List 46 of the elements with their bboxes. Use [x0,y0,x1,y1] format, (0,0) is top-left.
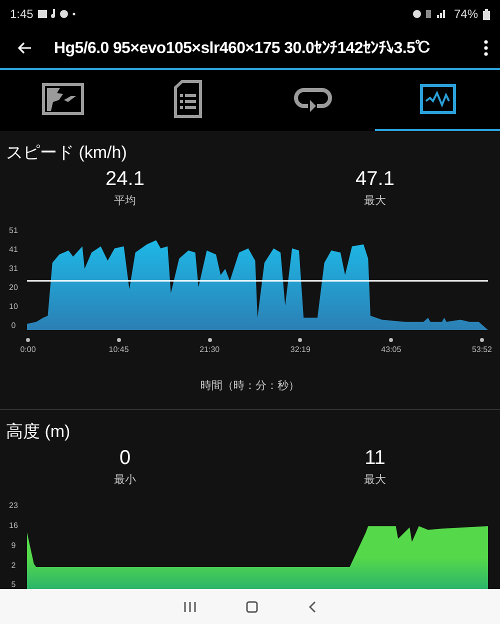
axis-label: 23 [9,501,18,510]
axis-label: 21:30 [200,345,220,354]
tick-dot [298,338,302,342]
axis-title: 時間（時：分：秒） [200,379,300,394]
axis-label: 0 [11,321,16,330]
status-time: 1:45 [10,7,34,22]
stat-value: 11 [364,447,386,470]
axis-label: 53:52 [472,345,492,354]
stat-value: 47.1 [356,168,394,192]
activity-title: Hg5/6.0 95×evo105×slr460×175 30.0ｾﾝﾁ142ｾﾝﾁ↘3.5℃ [54,38,432,58]
back-icon[interactable] [308,600,316,613]
map-icon [42,83,84,116]
battery-icon [483,8,490,20]
more-menu-icon[interactable] [484,40,488,56]
stat-value: 24.1 [106,168,144,192]
tick-dot [116,338,121,342]
axis-label: 43:05 [381,345,402,354]
tick-dot [389,338,394,342]
axis-label: 0:00 [20,345,36,354]
tick-dot [480,338,484,342]
axis-label: 41 [9,245,18,254]
axis-label: 20 [9,283,18,292]
axis-label: 2 [11,560,16,570]
axis-label: 9 [11,540,16,550]
stat-label: 平均 [114,194,136,208]
section-title: 高度 (m) [5,421,72,444]
section-title: スピード (km/h) [5,142,128,164]
stat-label: 最大 [364,473,386,488]
axis-label: 10:45 [108,345,129,354]
activity-graph-icon [420,84,456,114]
stat-label: 最大 [364,194,386,208]
stat-value: 0 [119,447,131,470]
home-icon[interactable] [246,600,258,613]
stat-label: 最小 [114,473,136,488]
axis-label: 10 [9,302,18,312]
axis-label: 32:19 [290,345,310,354]
axis-label: 31 [9,264,18,274]
recent-apps-icon[interactable] [184,600,196,613]
tick-dot [208,338,212,342]
tick-dot [26,338,30,342]
battery-percent: 74% [454,7,478,22]
axis-label: 51 [9,226,18,236]
document-list-icon [174,80,202,118]
axis-label: 16 [9,521,18,530]
axis-label: 5 [11,580,16,590]
back-arrow-icon[interactable] [18,42,32,54]
